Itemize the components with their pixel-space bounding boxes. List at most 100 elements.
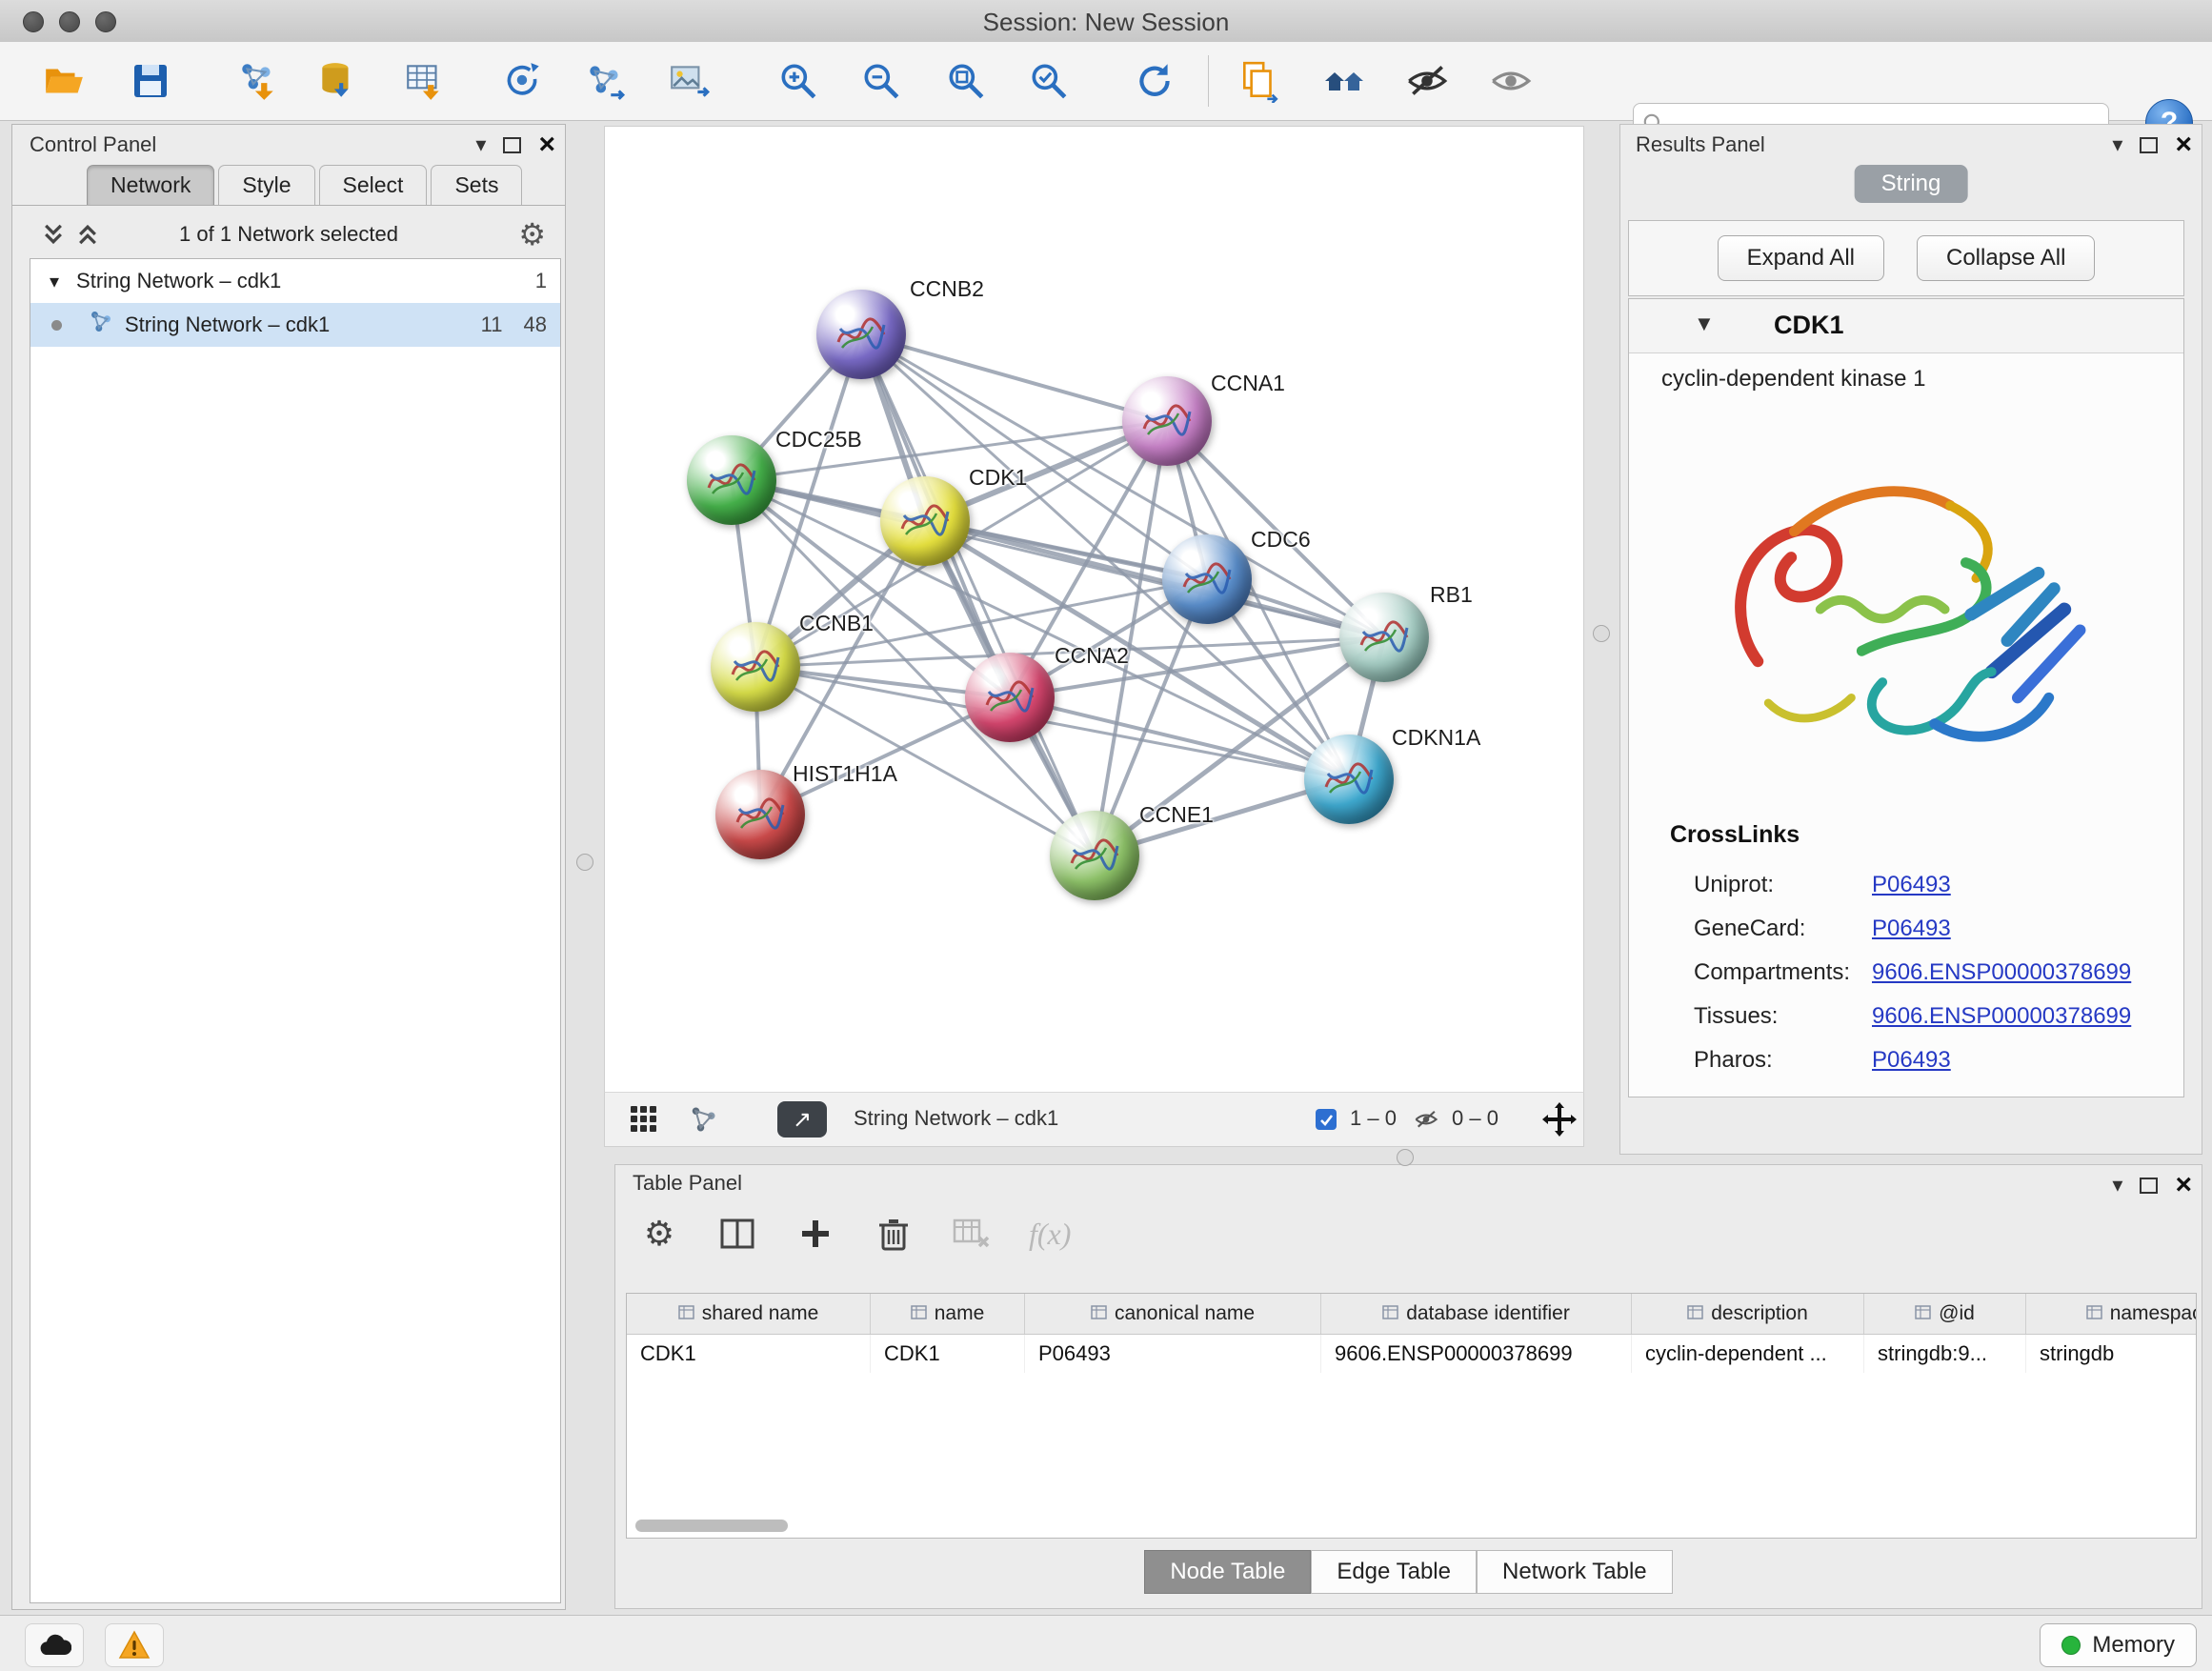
network-from-selection-button[interactable] xyxy=(581,57,629,105)
node-label-HIST1H1A: HIST1H1A xyxy=(793,761,897,787)
apply-layout-button[interactable] xyxy=(1131,57,1178,105)
import-network-file-button[interactable] xyxy=(234,57,282,105)
zoom-in-button[interactable] xyxy=(774,57,822,105)
crosslink-row: Compartments:9606.ENSP00000378699 xyxy=(1694,951,2170,995)
crosslink-link[interactable]: P06493 xyxy=(1872,916,1951,942)
tab-network[interactable]: Network xyxy=(87,165,214,205)
network-node-CDK1[interactable] xyxy=(880,476,970,566)
close-panel-icon[interactable]: × xyxy=(2175,1171,2192,1199)
crosslink-link[interactable]: P06493 xyxy=(1872,872,1951,898)
open-session-button[interactable] xyxy=(40,57,88,105)
new-network-button[interactable] xyxy=(499,57,547,105)
splitter-handle[interactable] xyxy=(1397,1149,1414,1166)
table-cell[interactable]: CDK1 xyxy=(871,1335,1025,1373)
column-header-namespace[interactable]: namespace xyxy=(2026,1294,2197,1334)
delete-table-button-disabled[interactable] xyxy=(951,1213,993,1255)
network-collection-row[interactable]: ▾ String Network – cdk1 1 xyxy=(30,259,560,303)
column-header-shared-name[interactable]: shared name xyxy=(627,1294,871,1334)
table-cell[interactable]: CDK1 xyxy=(627,1335,871,1373)
zoom-in-icon xyxy=(776,59,820,103)
column-header-canonical-name[interactable]: canonical name xyxy=(1025,1294,1321,1334)
memory-button[interactable]: Memory xyxy=(2040,1623,2197,1667)
network-footer: ↗ String Network – cdk1 1 – 0 0 – 0 xyxy=(604,1092,1584,1147)
network-node-CCNA1[interactable] xyxy=(1122,376,1212,466)
warnings-button[interactable] xyxy=(105,1623,164,1667)
share-network-icon[interactable] xyxy=(689,1105,717,1138)
status-bar: Memory xyxy=(0,1615,2212,1671)
table-cell[interactable]: stringdb xyxy=(2026,1335,2197,1373)
float-panel-icon[interactable] xyxy=(2140,1178,2158,1194)
show-graphics-details-button[interactable] xyxy=(1487,57,1535,105)
close-panel-icon[interactable]: × xyxy=(538,131,555,159)
collapse-panel-icon[interactable]: ▾ xyxy=(475,134,486,155)
table-cell[interactable]: cyclin-dependent ... xyxy=(1632,1335,1864,1373)
home-button[interactable] xyxy=(1320,57,1368,105)
tab-style[interactable]: Style xyxy=(218,165,314,205)
selected-checkbox[interactable] xyxy=(1316,1109,1337,1130)
function-builder-button[interactable]: f(x) xyxy=(1029,1217,1071,1252)
splitter-handle[interactable] xyxy=(1593,625,1610,642)
float-panel-icon[interactable] xyxy=(2140,137,2158,153)
network-node-CDC25B[interactable] xyxy=(687,435,776,525)
column-header-name[interactable]: name xyxy=(871,1294,1025,1334)
crosslink-row: Pharos:P06493 xyxy=(1694,1038,2170,1082)
table-cell[interactable]: P06493 xyxy=(1025,1335,1321,1373)
external-link-button[interactable]: ↗ xyxy=(777,1101,827,1137)
splitter-handle[interactable] xyxy=(576,854,593,871)
network-node-CCNB2[interactable] xyxy=(816,290,906,379)
collapse-panel-icon[interactable]: ▾ xyxy=(2112,134,2122,155)
tab-select[interactable]: Select xyxy=(319,165,428,205)
export-image-button[interactable] xyxy=(666,57,714,105)
tab-node-table[interactable]: Node Table xyxy=(1144,1550,1311,1594)
tab-sets[interactable]: Sets xyxy=(431,165,522,205)
float-panel-icon[interactable] xyxy=(503,137,521,153)
network-node-CDC6[interactable] xyxy=(1162,534,1252,624)
move-crosshair-icon[interactable] xyxy=(1542,1102,1577,1141)
crosslink-link[interactable]: P06493 xyxy=(1872,1047,1951,1074)
hidden-eye-slash-icon[interactable] xyxy=(1411,1107,1441,1137)
table-row[interactable]: CDK1CDK1P064939606.ENSP00000378699cyclin… xyxy=(627,1335,2196,1373)
hide-graphics-details-button[interactable] xyxy=(1403,57,1451,105)
horizontal-scrollbar[interactable] xyxy=(635,1520,788,1532)
collapse-all-button[interactable]: Collapse All xyxy=(1917,235,2095,281)
network-node-CCNB1[interactable] xyxy=(711,622,800,712)
show-columns-button[interactable] xyxy=(716,1213,758,1255)
table-cell[interactable]: stringdb:9... xyxy=(1864,1335,2026,1373)
zoom-fit-button[interactable] xyxy=(942,57,990,105)
tab-edge-table[interactable]: Edge Table xyxy=(1311,1550,1477,1594)
crosslink-link[interactable]: 9606.ENSP00000378699 xyxy=(1872,959,2131,986)
collapse-gene-icon[interactable]: ▼ xyxy=(1694,313,1715,334)
save-icon xyxy=(130,60,171,102)
expand-all-button[interactable]: Expand All xyxy=(1718,235,1884,281)
duplicate-document-button[interactable] xyxy=(1236,57,1283,105)
close-panel-icon[interactable]: × xyxy=(2175,131,2192,159)
network-node-CCNE1[interactable] xyxy=(1050,811,1139,900)
column-header--id[interactable]: @id xyxy=(1864,1294,2026,1334)
network-canvas[interactable]: CCNB2CCNA1CDC25BCDK1CDC6RB1CCNB1CCNA2CDK… xyxy=(604,126,1584,1094)
delete-column-button[interactable] xyxy=(873,1213,915,1255)
tab-string[interactable]: String xyxy=(1855,165,1968,203)
grid-view-icon[interactable] xyxy=(630,1105,658,1138)
node-label-CDC6: CDC6 xyxy=(1251,527,1311,553)
cloud-button[interactable] xyxy=(25,1623,84,1667)
gear-icon[interactable]: ⚙ xyxy=(518,216,546,252)
tree-expand-icon[interactable]: ▾ xyxy=(50,270,59,293)
network-node-HIST1H1A[interactable] xyxy=(715,770,805,859)
import-table-file-button[interactable] xyxy=(401,57,449,105)
column-header-database-identifier[interactable]: database identifier xyxy=(1321,1294,1632,1334)
tab-network-table[interactable]: Network Table xyxy=(1477,1550,1673,1594)
network-node-CCNA2[interactable] xyxy=(965,653,1055,742)
save-session-button[interactable] xyxy=(127,57,174,105)
import-network-database-button[interactable] xyxy=(313,57,361,105)
add-column-button[interactable] xyxy=(794,1213,836,1255)
zoom-selected-button[interactable] xyxy=(1025,57,1073,105)
collapse-panel-icon[interactable]: ▾ xyxy=(2112,1175,2122,1196)
crosslink-link[interactable]: 9606.ENSP00000378699 xyxy=(1872,1003,2131,1030)
network-node-RB1[interactable] xyxy=(1339,593,1429,682)
network-node-CDKN1A[interactable] xyxy=(1304,735,1394,824)
table-settings-button[interactable]: ⚙ xyxy=(638,1213,680,1255)
column-header-description[interactable]: description xyxy=(1632,1294,1864,1334)
table-cell[interactable]: 9606.ENSP00000378699 xyxy=(1321,1335,1632,1373)
network-row[interactable]: String Network – cdk1 1148 xyxy=(30,303,560,347)
zoom-out-button[interactable] xyxy=(857,57,905,105)
